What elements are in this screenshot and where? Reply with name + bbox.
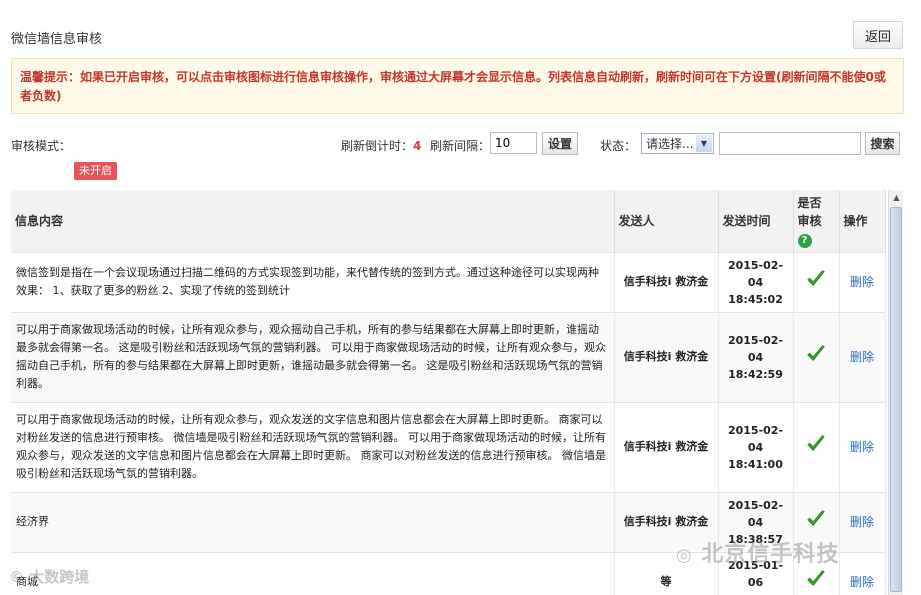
message-date: 2015-02-04 [727,258,784,289]
state-select-value: 请选择... [646,137,694,151]
message-time: 2015-02-04 18:42:59 [718,311,794,402]
review-cell [793,401,840,492]
message-date: 2015-02-04 [727,333,784,364]
col-reviewed-label: 是否审核 [797,195,822,228]
table-header-row: 信息内容 发送人 发送时间 是否审核 ? 操作 [11,190,886,252]
op-cell: 删除 [839,491,886,552]
review-status-badge[interactable]: 未开启 [74,162,117,180]
search-input[interactable] [719,132,861,155]
check-icon[interactable] [805,568,827,590]
state-label: 状态： [600,139,637,153]
col-content: 信息内容 [11,190,615,252]
delete-link[interactable]: 删除 [850,275,874,289]
delete-link[interactable]: 删除 [850,515,874,529]
interval-input[interactable] [490,132,537,154]
message-sender: 信手科技i 救济金 [614,251,719,312]
op-cell: 删除 [839,251,886,312]
wechat-icon: ◎ [676,545,693,566]
review-mode-label: 审核模式： [11,139,72,153]
set-button[interactable]: 设置 [542,132,578,155]
delete-link[interactable]: 删除 [850,350,874,364]
col-op: 操作 [839,190,886,252]
watermark-right-text: 北京信手科技 [701,542,840,567]
message-clock: 18:41:00 [728,457,783,471]
watermark-left-text: 大数跨境 [29,568,90,586]
countdown-value: 4 [413,139,422,153]
table-row: 微信签到是指在一个会议现场通过扫描二维码的方式实现签到功能，来代替传统的签到方式… [11,251,886,312]
col-sender: 发送人 [614,190,719,252]
message-clock: 18:45:02 [728,292,783,306]
check-icon[interactable] [805,433,827,455]
scroll-up-icon[interactable]: ▲ [890,190,903,204]
message-content: 可以用于商家做现场活动的时候，让所有观众参与，观众摇动自己手机，所有的参与结果都… [11,311,615,402]
check-icon[interactable] [805,343,827,365]
chevron-down-icon[interactable]: ▼ [696,135,712,152]
message-sender: 信手科技i 救济金 [614,311,719,402]
state-select[interactable]: 请选择... ▼ [641,133,714,154]
message-clock: 18:42:59 [728,367,783,381]
scrollbar-thumb[interactable] [890,207,902,592]
check-icon[interactable] [805,508,827,530]
message-date: 2015-02-04 [727,498,784,529]
table-row: 可以用于商家做现场活动的时候，让所有观众参与，观众发送的文字信息和图片信息都会在… [11,401,886,492]
message-time: 2015-02-04 18:45:02 [718,251,794,312]
message-content: 可以用于商家做现场活动的时候，让所有观众参与，观众发送的文字信息和图片信息都会在… [11,401,615,492]
notice-banner: 温馨提示：如果已开启审核，可以点击审核图标进行信息审核操作，审核通过大屏幕才会显… [11,58,904,114]
col-time: 发送时间 [718,190,794,252]
back-button[interactable]: 返回 [853,21,903,49]
message-time: 2015-02-04 18:41:00 [718,401,794,492]
delete-link[interactable]: 删除 [850,575,874,589]
search-button[interactable]: 搜索 [865,132,900,155]
review-cell [793,251,840,312]
review-cell [793,311,840,402]
col-reviewed: 是否审核 ? [793,190,840,252]
logo-icon: © [9,568,24,586]
check-icon[interactable] [805,268,827,290]
table-row: 可以用于商家做现场活动的时候，让所有观众参与，观众摇动自己手机，所有的参与结果都… [11,311,886,402]
message-content: 经济界 [11,491,615,552]
help-icon[interactable]: ? [797,233,812,248]
message-content: 商城 [11,551,615,595]
message-sender: 信手科技i 救济金 [614,401,719,492]
op-cell: 删除 [839,401,886,492]
refresh-countdown: 刷新倒计时：4 [341,137,421,154]
message-table: 信息内容 发送人 发送时间 是否审核 ? 操作 微信签到是指在一个会议现场通过扫… [11,190,904,595]
interval-label: 刷新间隔： [430,139,491,153]
op-cell: 删除 [839,551,886,595]
message-date: 2015-02-04 [727,423,784,454]
watermark-source: © 大数跨境 [9,566,89,587]
op-cell: 删除 [839,311,886,402]
scrollbar[interactable]: ▲ [888,190,903,595]
countdown-label: 刷新倒计时： [341,139,414,153]
watermark-brand: ◎ 北京信手科技 [676,536,839,568]
delete-link[interactable]: 删除 [850,440,874,454]
page-title: 微信墙信息审核 [11,32,103,47]
message-content: 微信签到是指在一个会议现场通过扫描二维码的方式实现签到功能，来代替传统的签到方式… [11,251,615,312]
